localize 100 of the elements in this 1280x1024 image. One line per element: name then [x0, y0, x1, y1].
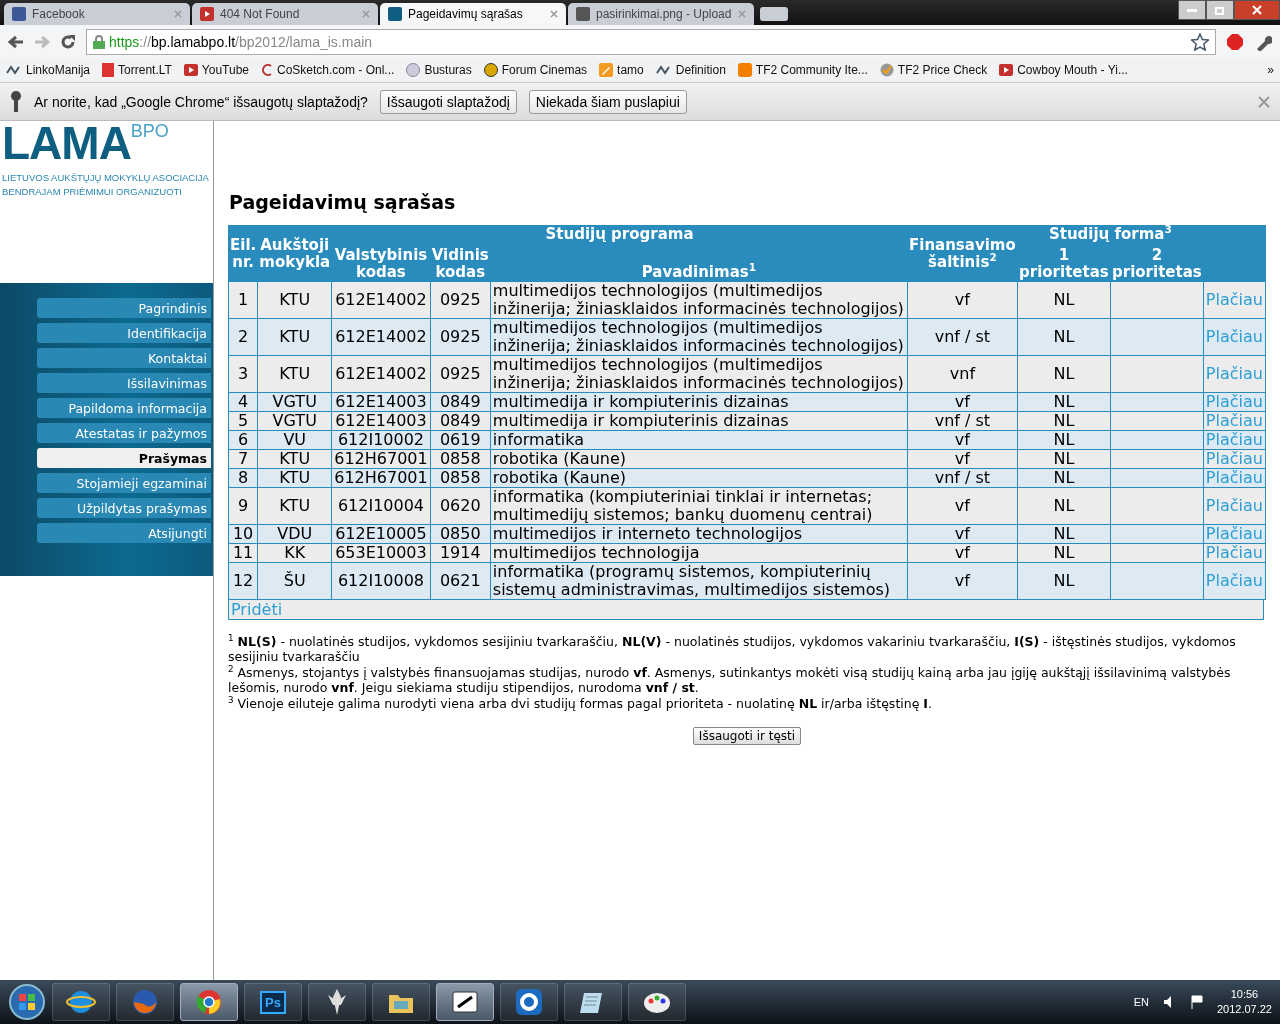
- browser-tab[interactable]: 404 Not Found: [192, 3, 378, 25]
- bookmark[interactable]: YouTube: [183, 63, 249, 77]
- wheel-icon[interactable]: [194, 987, 224, 1017]
- back-icon[interactable]: [8, 34, 24, 49]
- logo-subtitle: LIETUVOS AUKŠTŲJŲ MOKYKLŲ ASOCIACIJA: [2, 171, 210, 185]
- nav-item[interactable]: Prašymas: [37, 448, 211, 468]
- table-cell: NL: [1017, 487, 1111, 525]
- minimize-button[interactable]: [1178, 0, 1206, 20]
- table-cell: vnf / st: [907, 318, 1018, 356]
- table-cell: vf: [907, 281, 1018, 319]
- nav-item[interactable]: Pagrindinis: [37, 298, 211, 318]
- bookmark[interactable]: Forum Cinemas: [483, 63, 588, 77]
- table-cell: KTU: [257, 355, 332, 393]
- clock[interactable]: 10:56 2012.07.22: [1216, 987, 1272, 1017]
- nav-item[interactable]: Užpildytas prašymas: [37, 498, 211, 518]
- column-group-header: Studijų programa: [331, 225, 908, 244]
- video-icon: [200, 7, 214, 21]
- table-cell: 0621: [430, 562, 491, 600]
- column-header: Vidinis kodas: [430, 243, 491, 282]
- restore-button[interactable]: [1206, 0, 1234, 20]
- page-icon: [102, 63, 115, 77]
- table-cell: informatika (programų sistemos, kompiuterinių sistemų administravimas, multimedijos sistemos): [490, 562, 908, 600]
- ring-icon[interactable]: [514, 987, 544, 1017]
- table-cell: 0925: [430, 318, 491, 356]
- close-icon[interactable]: [550, 10, 558, 18]
- column-header: Eil. nr.: [228, 225, 258, 282]
- bookmark[interactable]: CoSketch.com - Onl...: [261, 63, 395, 77]
- table-cell: 612E14002: [331, 318, 431, 356]
- minimize-icon: [1187, 8, 1197, 12]
- table-cell: 9: [228, 487, 258, 525]
- table-cell: 12: [228, 562, 258, 600]
- taskbar-button[interactable]: Ps: [244, 983, 302, 1021]
- key-icon: [10, 90, 22, 113]
- check-icon: [879, 63, 894, 77]
- restore-icon: [1215, 5, 1225, 15]
- bookmark[interactable]: TF2 Price Check: [879, 63, 988, 77]
- logo-subtitle: BENDRAJAM PRIĖMIMUI ORGANIZUOTI: [2, 185, 183, 199]
- table-cell: 0620: [430, 487, 491, 525]
- table-cell: vnf: [907, 355, 1018, 393]
- column-header: 1 prioritetas: [1017, 243, 1111, 282]
- browser-tab[interactable]: Pageidavimų sąrašas: [380, 3, 566, 25]
- globe-icon: [406, 63, 421, 77]
- table-cell: 0925: [430, 281, 491, 319]
- bookmark[interactable]: Busturas: [406, 63, 472, 77]
- nav-item[interactable]: Atestatas ir pažymos: [37, 423, 211, 443]
- language-indicator[interactable]: EN: [1133, 996, 1149, 1008]
- pencil-icon: [599, 63, 614, 77]
- close-button[interactable]: [1234, 0, 1280, 20]
- taskbar-button[interactable]: [436, 983, 494, 1021]
- column-header: Pavadinimas$^{1}$: [490, 243, 908, 282]
- table-cell: multimedijos technologijos (multimedijos inžinerija; žiniasklaidos informacinės technologijos): [490, 318, 908, 356]
- globe-icon[interactable]: [130, 987, 160, 1017]
- address-bar[interactable]: https://bp.lamabpo.lt/bp2012/lama_is.main: [86, 28, 1216, 55]
- video-icon: [999, 64, 1014, 76]
- padlock-icon: [93, 34, 105, 49]
- coin-icon: [483, 63, 498, 77]
- table-cell: ŠU: [257, 562, 332, 600]
- infobar-button[interactable]: Niekada šiam puslapiui: [528, 89, 687, 114]
- table-cell: multimedijos technologijos (multimedijos inžinerija; žiniasklaidos informacinės technologijos): [490, 281, 908, 319]
- bookmark[interactable]: Cowboy Mouth - Yi...: [999, 63, 1128, 77]
- page-icon: [576, 7, 590, 21]
- bookmark[interactable]: TF2 Community Ite...: [737, 63, 868, 77]
- flag-icon[interactable]: [1190, 995, 1203, 1009]
- table-cell: KTU: [257, 281, 332, 319]
- swirl-icon: [261, 63, 273, 77]
- bookmark[interactable]: Torrent.LT: [102, 63, 172, 77]
- reload-icon[interactable]: [60, 33, 76, 50]
- save-button[interactable]: Išsaugoti ir tęsti: [692, 727, 802, 745]
- infobar-button[interactable]: Išsaugoti slaptažodį: [379, 89, 517, 114]
- bookmark[interactable]: LinkoManija: [6, 63, 91, 77]
- table-cell: vf: [907, 487, 1018, 525]
- bookmark[interactable]: Definition: [655, 63, 726, 77]
- table-cell: KTU: [257, 487, 332, 525]
- nav-item[interactable]: Identifikacija: [37, 323, 211, 343]
- table-cell: NL: [1017, 318, 1111, 356]
- more-bookmarks-button[interactable]: »: [1267, 63, 1274, 77]
- table-cell: vf: [907, 562, 1018, 600]
- table-cell: informatika (kompiuteriniai tinklai ir internetas; multimedijų sistemos; bankų duomenų centrai): [490, 487, 908, 525]
- stop-sign-icon[interactable]: [1226, 32, 1244, 51]
- browser-tab[interactable]: pasirinkimai.png - Upload: [568, 3, 754, 25]
- nav-item[interactable]: Kontaktai: [37, 348, 211, 368]
- nav-item[interactable]: Išsilavinimas: [37, 373, 211, 393]
- column-header: Valstybinis kodas: [331, 243, 431, 282]
- close-icon: [1252, 5, 1262, 15]
- bookmark[interactable]: tamo: [599, 63, 644, 77]
- nav-item[interactable]: Stojamieji egzaminai: [37, 473, 211, 493]
- table-cell: 612E14002: [331, 355, 431, 393]
- star-icon[interactable]: [1191, 32, 1209, 51]
- nav-item[interactable]: Papildoma informacija: [37, 398, 211, 418]
- table-cell: 612E14002: [331, 281, 431, 319]
- start-button[interactable]: [8, 983, 46, 1021]
- table-cell: 612I10004: [331, 487, 431, 525]
- footnote: $^{2}$ Asmenys, stojantys į valstybės finansuojamas studijas, nurodo vf. Asmenys, sutinkantys mokėti visą studijų kainą arba jau įgiję aukštąjį išsilavinimą valstybės lešomis, nurodo vnf. Jeigu siekiama studiju stipendijos, nurodoma vnf / st.: [228, 665, 1232, 695]
- browser-tab[interactable]: Facebook: [4, 3, 190, 25]
- nav-item[interactable]: Atsijungti: [37, 523, 211, 543]
- table-cell: NL: [1017, 562, 1111, 600]
- column-group-header: Studijų forma$^{3}$: [1017, 225, 1204, 244]
- table-cell: 3: [228, 355, 258, 393]
- photo-editor-icon[interactable]: Ps: [260, 990, 286, 1014]
- column-header: 2 prioritetas: [1110, 243, 1204, 282]
